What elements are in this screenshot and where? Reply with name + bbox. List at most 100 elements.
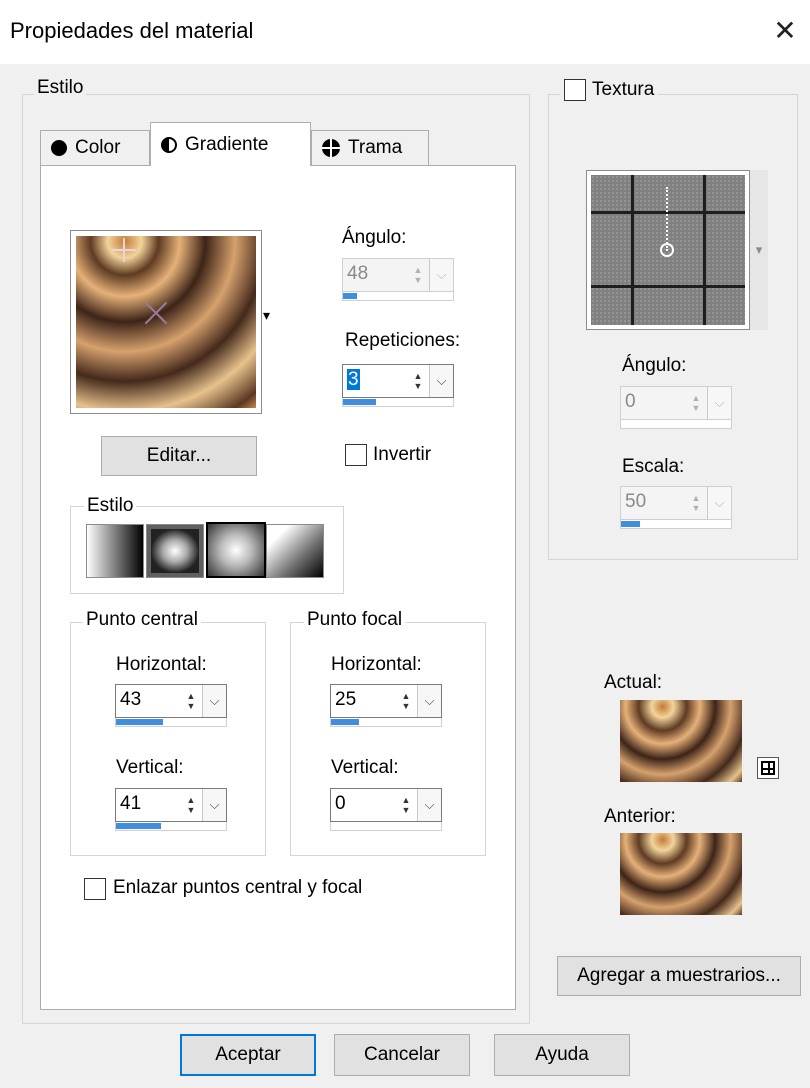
focal-vertical-value[interactable]: 0 <box>331 789 395 821</box>
center-horizontal-slider-fill <box>116 719 164 725</box>
swap-materials-icon[interactable] <box>757 757 779 779</box>
add-to-swatches-button[interactable]: Agregar a muestrarios... <box>557 956 801 996</box>
style-radial-tile[interactable] <box>266 524 324 578</box>
angle-spinbox: 48 ▲ ▼ ⌵ <box>342 258 454 292</box>
angle-label: Ángulo: <box>342 227 407 248</box>
ok-button[interactable]: Aceptar <box>180 1034 316 1076</box>
gradient-dropdown-arrow-icon[interactable]: ▾ <box>263 308 270 322</box>
angle-slider <box>342 292 454 301</box>
cancel-button[interactable]: Cancelar <box>334 1034 470 1076</box>
style-linear-tile[interactable] <box>86 524 144 578</box>
spin-dropdown-icon: ⌵ <box>429 259 453 291</box>
style-sunburst-tile[interactable] <box>206 522 266 578</box>
spin-dropdown-icon[interactable]: ⌵ <box>417 685 441 717</box>
tab-color[interactable]: Color <box>40 130 150 165</box>
spin-dropdown-icon[interactable]: ⌵ <box>417 789 441 821</box>
angle-value: 48 <box>347 263 369 284</box>
repetitions-slider-fill <box>343 399 376 405</box>
spin-arrows-icon[interactable]: ▲ ▼ <box>407 365 429 397</box>
texture-center-handle-icon[interactable] <box>660 243 674 257</box>
style-group-legend: Estilo <box>84 496 137 516</box>
invert-checkbox[interactable] <box>345 444 367 466</box>
texture-dropdown[interactable]: ▾ <box>750 170 768 330</box>
center-point-legend: Punto central <box>83 610 201 630</box>
edit-button[interactable]: Editar... <box>101 436 257 476</box>
gradient-preview[interactable] <box>76 236 256 408</box>
texture-preview-frame[interactable] <box>586 170 750 330</box>
texture-scale-label: Escala: <box>622 456 685 477</box>
texture-preview[interactable] <box>591 175 745 325</box>
center-vertical-label: Vertical: <box>116 757 184 778</box>
texture-header: Textura <box>560 79 659 101</box>
close-icon[interactable]: ✕ <box>768 14 802 48</box>
texture-angle-indicator <box>666 187 668 251</box>
spin-arrows-icon: ▲ ▼ <box>413 265 423 285</box>
center-horizontal-value[interactable]: 43 <box>116 685 180 717</box>
repetitions-slider[interactable] <box>342 398 454 407</box>
gradient-preview-frame[interactable] <box>70 230 262 414</box>
texture-angle-spinbox: 0 ▲ ▼ ⌵ <box>620 386 732 420</box>
link-points-checkbox[interactable] <box>84 878 106 900</box>
repetitions-value[interactable]: 3 <box>347 369 360 390</box>
spin-dropdown-icon[interactable]: ⌵ <box>202 789 226 821</box>
focal-horizontal-label: Horizontal: <box>331 654 422 675</box>
texture-angle-value: 0 <box>625 391 636 412</box>
current-label: Actual: <box>604 672 663 693</box>
window-title: Propiedades del material <box>10 18 254 43</box>
focal-horizontal-value[interactable]: 25 <box>331 685 395 717</box>
texture-dropdown-arrow-icon[interactable]: ▾ <box>756 242 763 258</box>
help-button[interactable]: Ayuda <box>494 1034 630 1076</box>
spin-arrows-icon[interactable]: ▲ ▼ <box>395 789 417 821</box>
tab-gradiente[interactable]: Gradiente <box>150 122 311 166</box>
invert-label: Invertir <box>373 444 432 465</box>
texture-angle-slider <box>620 420 732 429</box>
spin-dropdown-icon[interactable]: ⌵ <box>202 685 226 717</box>
spin-dropdown-icon[interactable]: ⌵ <box>429 365 453 397</box>
tab-trama-label: Trama <box>348 137 403 158</box>
tab-color-label: Color <box>75 137 121 158</box>
repetitions-spinbox[interactable]: 3 ▲ ▼ ⌵ <box>342 364 454 398</box>
pattern-icon <box>322 139 340 157</box>
circle-icon <box>51 140 67 156</box>
center-x-marker-icon[interactable] <box>143 300 169 326</box>
focal-crosshair-icon[interactable] <box>112 238 136 262</box>
focal-vertical-spinbox[interactable]: 0 ▲ ▼ ⌵ <box>330 788 442 822</box>
center-vertical-slider-fill <box>116 823 162 829</box>
spin-arrows-icon: ▲ ▼ <box>691 493 701 513</box>
current-material-swatch <box>620 700 742 782</box>
tab-gradiente-label: Gradiente <box>185 133 269 155</box>
repetitions-label: Repeticiones: <box>345 330 461 351</box>
spin-arrows-icon[interactable]: ▲ ▼ <box>395 685 417 717</box>
link-points-label: Enlazar puntos central y focal <box>113 877 363 898</box>
focal-vertical-slider[interactable] <box>330 822 442 831</box>
style-rectangular-tile[interactable] <box>146 524 204 578</box>
half-circle-icon <box>161 136 177 153</box>
center-horizontal-slider[interactable] <box>115 718 227 727</box>
texture-label: Textura <box>592 79 655 100</box>
focal-horizontal-slider-fill <box>331 719 359 725</box>
texture-scale-value: 50 <box>625 491 647 512</box>
title-bar: Propiedades del material ✕ <box>0 0 810 64</box>
center-vertical-slider[interactable] <box>115 822 227 831</box>
texture-scale-slider <box>620 520 732 529</box>
center-vertical-spinbox[interactable]: 41 ▲ ▼ ⌵ <box>115 788 227 822</box>
center-horizontal-label: Horizontal: <box>116 654 207 675</box>
previous-label: Anterior: <box>604 806 676 827</box>
tab-trama[interactable]: Trama <box>311 130 429 165</box>
spin-arrows-icon[interactable]: ▲ ▼ <box>180 789 202 821</box>
spin-dropdown-icon: ⌵ <box>707 487 731 519</box>
texture-checkbox[interactable] <box>564 79 586 101</box>
center-horizontal-spinbox[interactable]: 43 ▲ ▼ ⌵ <box>115 684 227 718</box>
center-vertical-value[interactable]: 41 <box>116 789 180 821</box>
focal-horizontal-spinbox[interactable]: 25 ▲ ▼ ⌵ <box>330 684 442 718</box>
texture-scale-slider-fill <box>621 521 640 527</box>
focal-horizontal-slider[interactable] <box>330 718 442 727</box>
angle-slider-fill <box>343 293 358 299</box>
texture-scale-spinbox: 50 ▲ ▼ ⌵ <box>620 486 732 520</box>
spin-dropdown-icon: ⌵ <box>707 387 731 419</box>
estilo-group-legend: Estilo <box>34 78 87 98</box>
focal-vertical-label: Vertical: <box>331 757 399 778</box>
spin-arrows-icon: ▲ ▼ <box>691 393 701 413</box>
spin-arrows-icon[interactable]: ▲ ▼ <box>180 685 202 717</box>
previous-material-swatch[interactable] <box>620 833 742 915</box>
